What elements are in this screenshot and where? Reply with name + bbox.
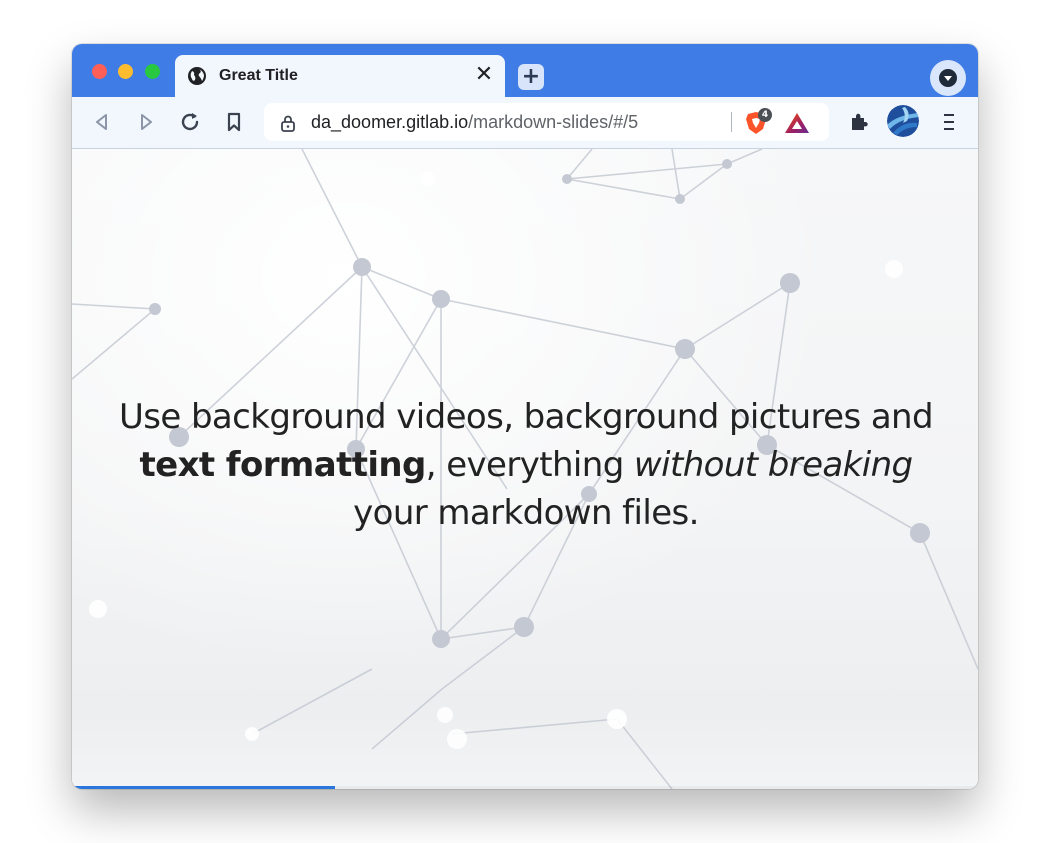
url-divider bbox=[731, 112, 732, 132]
browser-window: Great Title ✕ + da_doomer.gitlab.io/mark… bbox=[72, 44, 978, 789]
url-text[interactable]: da_doomer.gitlab.io/markdown-slides/#/5 bbox=[311, 112, 638, 133]
back-icon[interactable] bbox=[90, 110, 114, 134]
zoom-window-button[interactable] bbox=[145, 64, 160, 79]
reload-icon[interactable] bbox=[178, 110, 202, 134]
minimize-window-button[interactable] bbox=[118, 64, 133, 79]
slide-progress-fill bbox=[72, 786, 335, 789]
forward-icon[interactable] bbox=[134, 110, 158, 134]
profile-avatar[interactable] bbox=[887, 105, 919, 137]
slide-text-part1: Use background videos, background pictur… bbox=[119, 397, 934, 437]
slide-text-italic: without breaking bbox=[633, 445, 913, 485]
tab-close-icon[interactable]: ✕ bbox=[473, 63, 495, 87]
tab-great-title[interactable]: Great Title ✕ bbox=[175, 55, 505, 97]
slide-text-part3: your markdown files. bbox=[353, 493, 699, 533]
tab-title: Great Title bbox=[219, 67, 298, 84]
new-tab-button[interactable]: + bbox=[518, 64, 544, 90]
tab-search-button[interactable] bbox=[930, 60, 966, 96]
globe-icon bbox=[188, 67, 206, 85]
address-bar[interactable]: da_doomer.gitlab.io/markdown-slides/#/5 … bbox=[264, 103, 829, 141]
navigation-toolbar: da_doomer.gitlab.io/markdown-slides/#/5 … bbox=[72, 97, 978, 149]
url-path: /markdown-slides/#/5 bbox=[468, 112, 639, 132]
bookmark-icon[interactable] bbox=[222, 110, 246, 134]
slide-text-bold: text formatting bbox=[139, 445, 426, 485]
slide-text: Use background videos, background pictur… bbox=[98, 393, 954, 537]
title-bar: Great Title ✕ + bbox=[72, 44, 978, 97]
brave-rewards-icon[interactable] bbox=[784, 111, 810, 135]
url-host: da_doomer.gitlab.io bbox=[311, 112, 469, 132]
extensions-puzzle-icon[interactable] bbox=[848, 111, 870, 133]
slide-text-part2: , everything bbox=[425, 445, 634, 485]
chevron-down-icon bbox=[939, 69, 957, 87]
lock-icon[interactable] bbox=[280, 114, 296, 132]
slide-viewport: Use background videos, background pictur… bbox=[72, 149, 978, 789]
slide-progress-bar bbox=[72, 786, 978, 789]
close-window-button[interactable] bbox=[92, 64, 107, 79]
shields-count-badge: 4 bbox=[758, 108, 772, 122]
menu-icon[interactable] bbox=[941, 111, 957, 133]
